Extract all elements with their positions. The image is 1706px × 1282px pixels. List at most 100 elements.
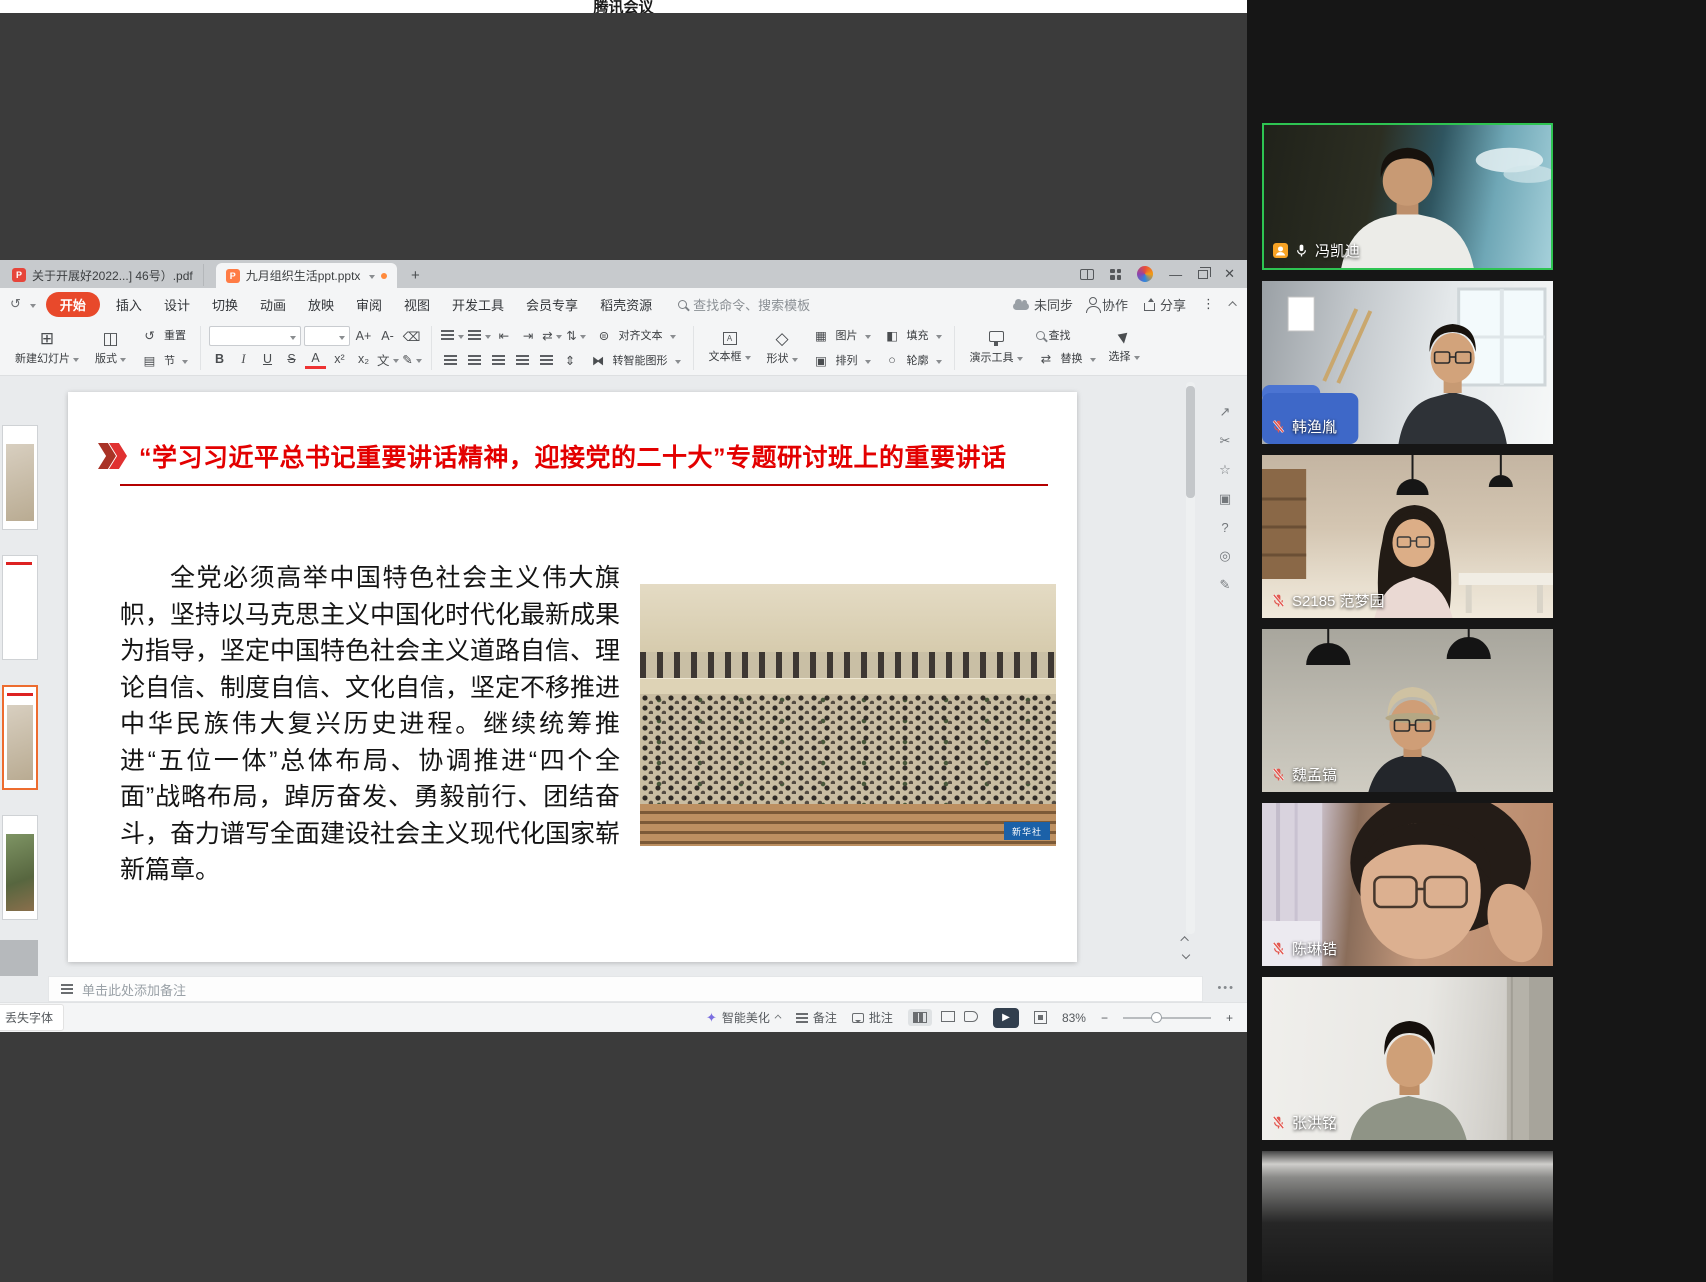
ribbon-tab-home[interactable]: 开始 bbox=[46, 292, 100, 317]
fill-button[interactable]: ◧填充 bbox=[878, 324, 946, 346]
vertical-scrollbar[interactable] bbox=[1186, 382, 1195, 934]
participant-tile[interactable]: S2185 范梦园 bbox=[1262, 455, 1553, 618]
indent-icon[interactable]: ⇥ bbox=[518, 325, 539, 345]
ribbon-tab-insert[interactable]: 插入 bbox=[106, 291, 152, 318]
conference-photo[interactable]: 新华社 bbox=[640, 584, 1056, 846]
justify-icon[interactable] bbox=[512, 350, 533, 370]
line-spacing-icon[interactable]: ⇅ bbox=[566, 325, 587, 345]
apps-grid-icon[interactable] bbox=[1110, 269, 1121, 280]
bold-button[interactable]: B bbox=[209, 349, 230, 369]
undo-icon[interactable]: ↺ bbox=[10, 296, 21, 312]
select-button[interactable]: 选择 bbox=[1102, 329, 1147, 366]
command-search[interactable]: 查找命令、搜索模板 bbox=[678, 295, 810, 314]
account-avatar[interactable] bbox=[1137, 266, 1153, 282]
ribbon-tab-slideshow[interactable]: 放映 bbox=[298, 291, 344, 318]
export-icon[interactable]: ↗ bbox=[1220, 404, 1231, 420]
ribbon-tab-animation[interactable]: 动画 bbox=[250, 291, 296, 318]
slide-thumbnail-5[interactable] bbox=[0, 940, 38, 976]
text-box-button[interactable]: A 文本框 bbox=[702, 330, 758, 366]
font-smaller-button[interactable]: A- bbox=[377, 326, 398, 346]
split-window-icon[interactable] bbox=[1080, 269, 1094, 280]
next-slide-button[interactable] bbox=[1182, 951, 1190, 959]
participant-tile[interactable]: 张洪铭 bbox=[1262, 977, 1553, 1140]
sync-status[interactable]: 未同步 bbox=[1013, 295, 1073, 314]
distribute-icon[interactable] bbox=[536, 350, 557, 370]
copy-icon[interactable]: ▣ bbox=[1219, 491, 1231, 507]
arrange-button[interactable]: ▣排列 bbox=[807, 349, 875, 371]
slide-title-block[interactable]: “学习习近平总书记重要讲话精神，迎接党的二十大”专题研讨班上的重要讲话 bbox=[98, 438, 1007, 474]
notes-input[interactable]: 单击此处添加备注 bbox=[48, 976, 1203, 1002]
italic-button[interactable]: I bbox=[233, 349, 254, 369]
char-spacing-icon[interactable]: ⇄ bbox=[542, 325, 563, 345]
favorite-icon[interactable]: ☆ bbox=[1219, 462, 1231, 478]
zoom-out-button[interactable]: − bbox=[1101, 1011, 1108, 1025]
ribbon-tab-review[interactable]: 审阅 bbox=[346, 291, 392, 318]
layout-button[interactable]: ◫ 版式 bbox=[88, 328, 133, 368]
participant-tile[interactable]: 韩渔胤 bbox=[1262, 281, 1553, 444]
ribbon-tab-design[interactable]: 设计 bbox=[154, 291, 200, 318]
text-tool-icon[interactable]: 文 bbox=[377, 349, 399, 369]
comments-button[interactable]: 批注 bbox=[852, 1009, 893, 1026]
view-reading-button[interactable] bbox=[964, 1011, 978, 1025]
align-right-icon[interactable] bbox=[488, 350, 509, 370]
doc-tab-ppt[interactable]: P 九月组织生活ppt.pptx bbox=[216, 263, 398, 288]
share-button[interactable]: 分享 bbox=[1144, 295, 1186, 314]
view-normal-button[interactable] bbox=[908, 1009, 932, 1026]
play-slideshow-button[interactable]: ▶ bbox=[993, 1008, 1019, 1028]
align-left-icon[interactable] bbox=[440, 350, 461, 370]
font-name-select[interactable] bbox=[209, 326, 301, 346]
numbered-list-icon[interactable] bbox=[467, 325, 491, 345]
slide-thumbnail-2[interactable] bbox=[2, 555, 38, 660]
find-button[interactable]: 查找 bbox=[1032, 326, 1100, 344]
superscript-button[interactable]: x² bbox=[329, 349, 350, 369]
participant-tile-partial[interactable] bbox=[1262, 1151, 1553, 1282]
help-icon[interactable]: ? bbox=[1221, 520, 1228, 535]
columns-icon[interactable]: ⇕ bbox=[560, 350, 581, 370]
tab-dropdown-caret-icon[interactable] bbox=[369, 275, 375, 282]
edit-icon[interactable]: ✎ bbox=[1220, 577, 1231, 593]
target-icon[interactable]: ◎ bbox=[1219, 548, 1230, 564]
new-slide-button[interactable]: ⊞ 新建幻灯片 bbox=[8, 328, 86, 368]
clip-icon[interactable]: ✂ bbox=[1220, 433, 1231, 449]
new-tab-button[interactable]: + bbox=[405, 265, 425, 285]
slide-body-text[interactable]: 全党必须高举中国特色社会主义伟大旗帜，坚持以马克思主义中国化时代化最新成果为指导… bbox=[120, 560, 620, 889]
minimize-button[interactable]: — bbox=[1169, 267, 1182, 282]
fit-slide-icon[interactable] bbox=[1034, 1011, 1047, 1024]
ribbon-tab-member[interactable]: 会员专享 bbox=[516, 291, 588, 318]
ribbon-tab-transition[interactable]: 切换 bbox=[202, 291, 248, 318]
replace-button[interactable]: ⇄替换 bbox=[1032, 347, 1100, 369]
smart-beautify-button[interactable]: ✦ 智能美化 bbox=[706, 1009, 781, 1026]
smart-graphic-button[interactable]: ⧓转智能图形 bbox=[584, 349, 685, 371]
ribbon-tab-docer[interactable]: 稻壳资源 bbox=[590, 291, 662, 318]
outdent-icon[interactable]: ⇤ bbox=[494, 325, 515, 345]
align-center-icon[interactable] bbox=[464, 350, 485, 370]
highlight-icon[interactable]: ✎ bbox=[402, 349, 423, 369]
close-button[interactable]: ✕ bbox=[1224, 266, 1235, 282]
previous-slide-button[interactable] bbox=[1180, 936, 1188, 944]
slide-thumbnail-1[interactable] bbox=[2, 425, 38, 530]
strikethrough-button[interactable]: S bbox=[281, 349, 302, 369]
doc-tab-pdf[interactable]: P 关于开展好2022...] 46号）.pdf bbox=[2, 264, 204, 286]
slide-title[interactable]: “学习习近平总书记重要讲话精神，迎接党的二十大”专题研讨班上的重要讲话 bbox=[139, 438, 1007, 474]
slide-thumbnail-4[interactable] bbox=[2, 815, 38, 920]
participant-tile[interactable]: 冯凯迪 bbox=[1262, 123, 1553, 270]
font-larger-button[interactable]: A+ bbox=[353, 326, 374, 346]
participant-tile[interactable]: 魏孟镐 bbox=[1262, 629, 1553, 792]
subscript-button[interactable]: x₂ bbox=[353, 349, 374, 369]
notes-toggle-button[interactable]: 备注 bbox=[796, 1009, 837, 1026]
ribbon-tab-devtools[interactable]: 开发工具 bbox=[442, 291, 514, 318]
ribbon-tab-view[interactable]: 视图 bbox=[394, 291, 440, 318]
undo-caret-icon[interactable] bbox=[30, 304, 36, 311]
missing-font-badge[interactable]: 丢失字体 bbox=[0, 1004, 64, 1031]
slide-canvas[interactable]: “学习习近平总书记重要讲话精神，迎接党的二十大”专题研讨班上的重要讲话 全党必须… bbox=[68, 392, 1077, 962]
slide-thumbnail-3-current[interactable] bbox=[2, 685, 38, 790]
align-text-button[interactable]: ⊜对齐文本 bbox=[590, 324, 680, 346]
more-tools-icon[interactable]: ••• bbox=[1217, 982, 1235, 994]
reset-button[interactable]: ↺重置 bbox=[135, 324, 192, 346]
zoom-in-button[interactable]: + bbox=[1226, 1011, 1233, 1025]
bullet-list-icon[interactable] bbox=[440, 325, 464, 345]
underline-button[interactable]: U bbox=[257, 349, 278, 369]
participant-tile[interactable]: 陈琳锆 bbox=[1262, 803, 1553, 966]
view-sorter-button[interactable] bbox=[941, 1011, 955, 1025]
zoom-level[interactable]: 83% bbox=[1062, 1011, 1086, 1025]
